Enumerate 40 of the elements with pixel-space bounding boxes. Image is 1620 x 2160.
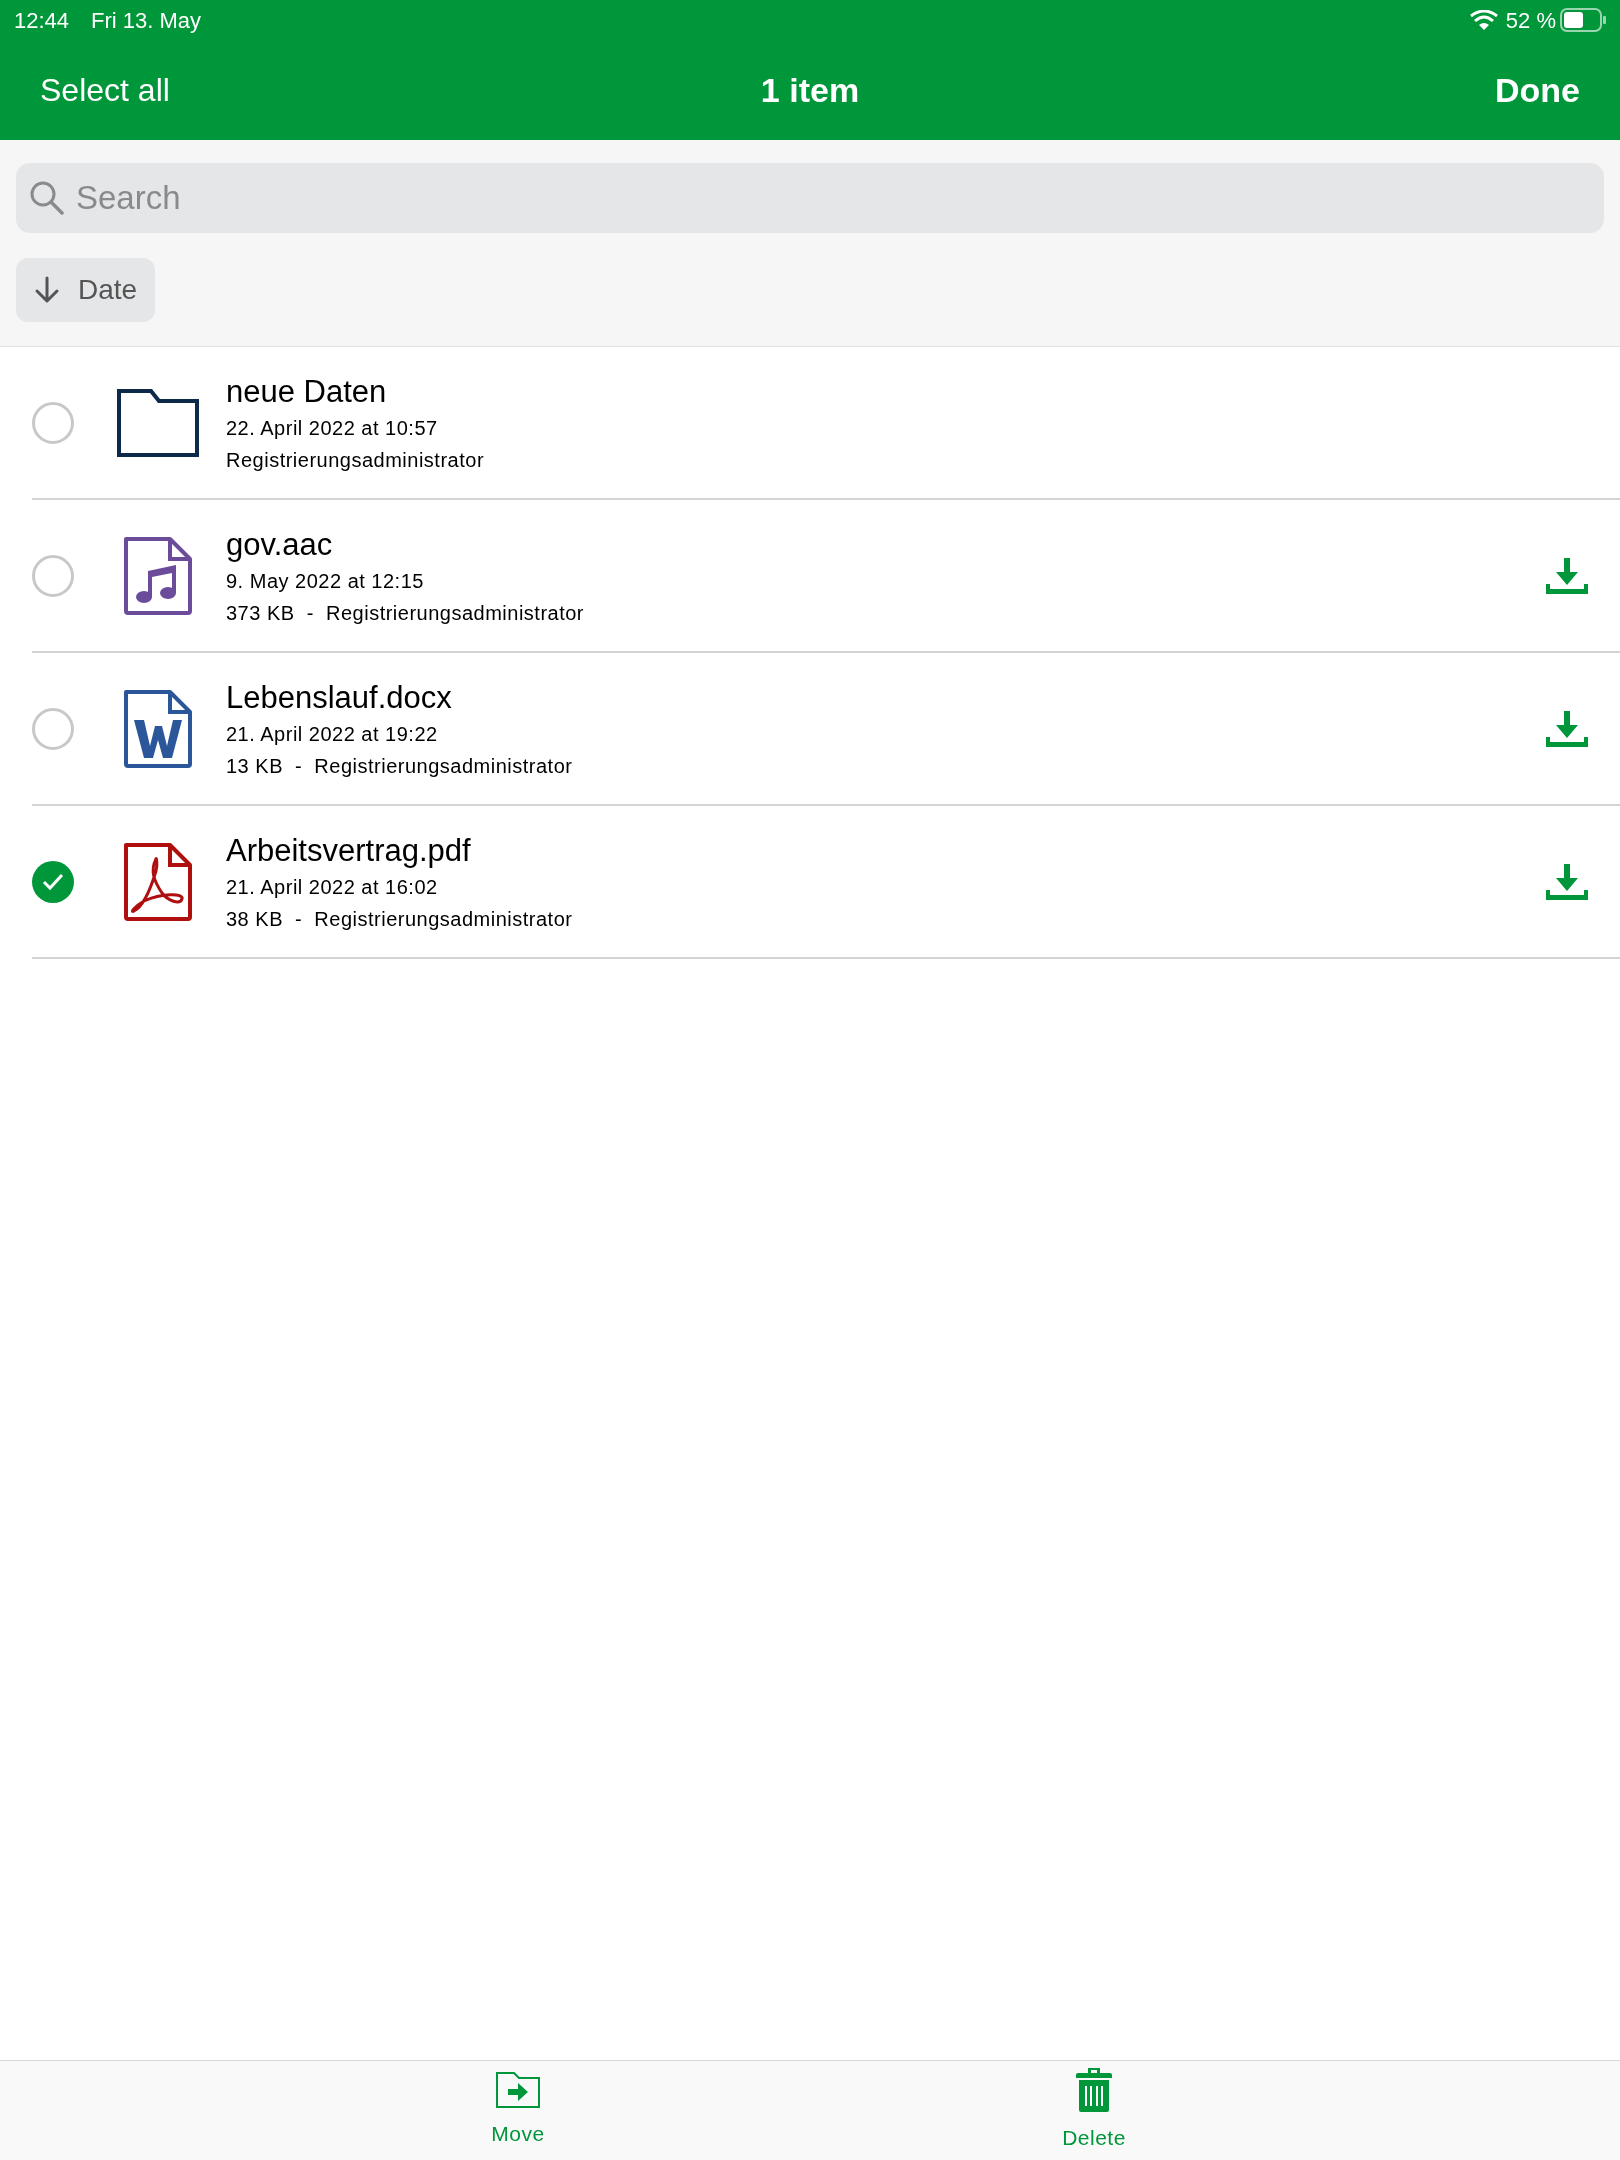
move-button[interactable]: Move — [491, 2061, 545, 2160]
folder-arrow-icon — [496, 2071, 540, 2108]
file-date: 22. April 2022 at 10:57 — [226, 415, 439, 441]
trash-icon — [1076, 2067, 1112, 2112]
file-details: Registrierungsadministrator — [226, 447, 486, 473]
arrow-down-icon — [34, 276, 60, 304]
wifi-icon — [1469, 10, 1498, 30]
folder-icon — [117, 388, 199, 457]
delete-button[interactable]: Delete — [1062, 2061, 1126, 2160]
selection-checkbox[interactable] — [32, 707, 74, 750]
sort-date-button[interactable]: Date — [16, 258, 156, 322]
selection-checkbox[interactable] — [32, 860, 74, 903]
file-name: neue Daten — [226, 372, 388, 411]
search-icon — [30, 181, 64, 215]
download-icon[interactable] — [1546, 557, 1588, 594]
search-field[interactable]: Search — [16, 163, 1604, 233]
done-button[interactable]: Done — [1495, 64, 1580, 116]
file-name: Lebenslauf.docx — [226, 678, 453, 717]
file-name: Arbeitsvertrag.pdf — [226, 831, 472, 870]
file-name: gov.aac — [226, 525, 334, 564]
file-details: 373 KB - Registrierungsadministrator — [226, 600, 586, 626]
file-date: 9. May 2022 at 12:15 — [226, 568, 425, 594]
nav-title: 1 item — [760, 69, 860, 111]
status-time: 12:44 — [14, 6, 70, 35]
file-date: 21. April 2022 at 16:02 — [226, 874, 439, 900]
select-all-button[interactable]: Select all — [40, 66, 170, 114]
battery-percentage: 52 % — [1505, 6, 1556, 35]
pdf-file-icon — [122, 840, 194, 923]
checkmark-icon — [42, 872, 64, 891]
download-icon[interactable] — [1546, 863, 1588, 900]
file-date: 21. April 2022 at 19:22 — [226, 721, 439, 747]
file-details: 13 KB - Registrierungsadministrator — [226, 753, 574, 779]
selection-checkbox[interactable] — [32, 401, 74, 444]
file-details: 38 KB - Registrierungsadministrator — [226, 906, 574, 932]
music-file-icon — [122, 534, 194, 617]
download-icon[interactable] — [1546, 710, 1588, 747]
status-date: Fri 13. May — [91, 6, 202, 35]
selection-checkbox[interactable] — [32, 554, 74, 597]
battery-icon — [1560, 8, 1606, 32]
word-document-icon — [122, 687, 194, 770]
